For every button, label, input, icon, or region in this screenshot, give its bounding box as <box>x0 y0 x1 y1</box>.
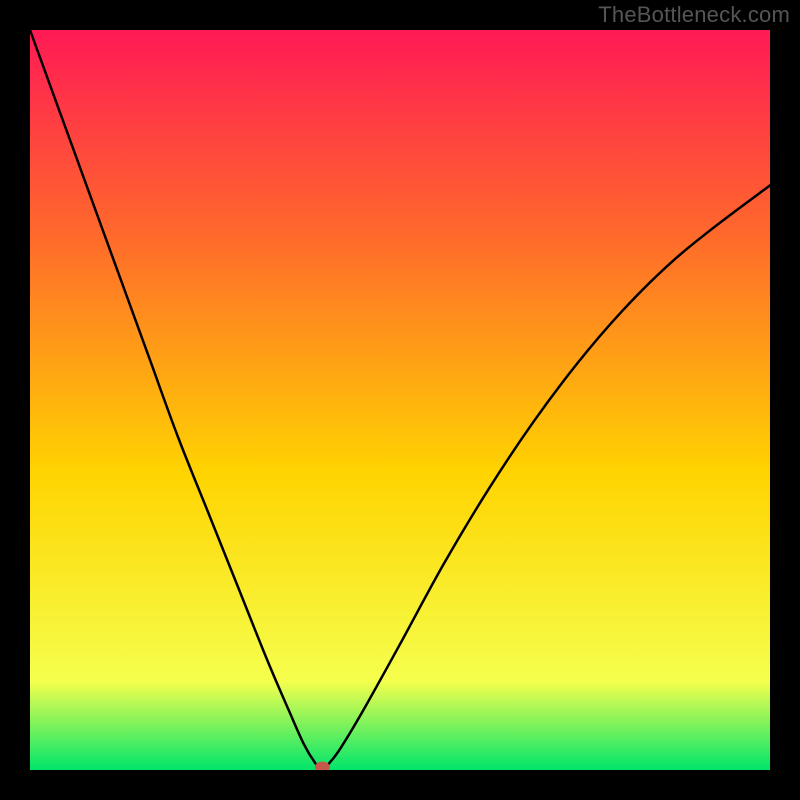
chart-frame: TheBottleneck.com <box>0 0 800 800</box>
chart-svg <box>30 30 770 770</box>
watermark-label: TheBottleneck.com <box>598 2 790 28</box>
plot-area <box>30 30 770 770</box>
gradient-background <box>30 30 770 770</box>
